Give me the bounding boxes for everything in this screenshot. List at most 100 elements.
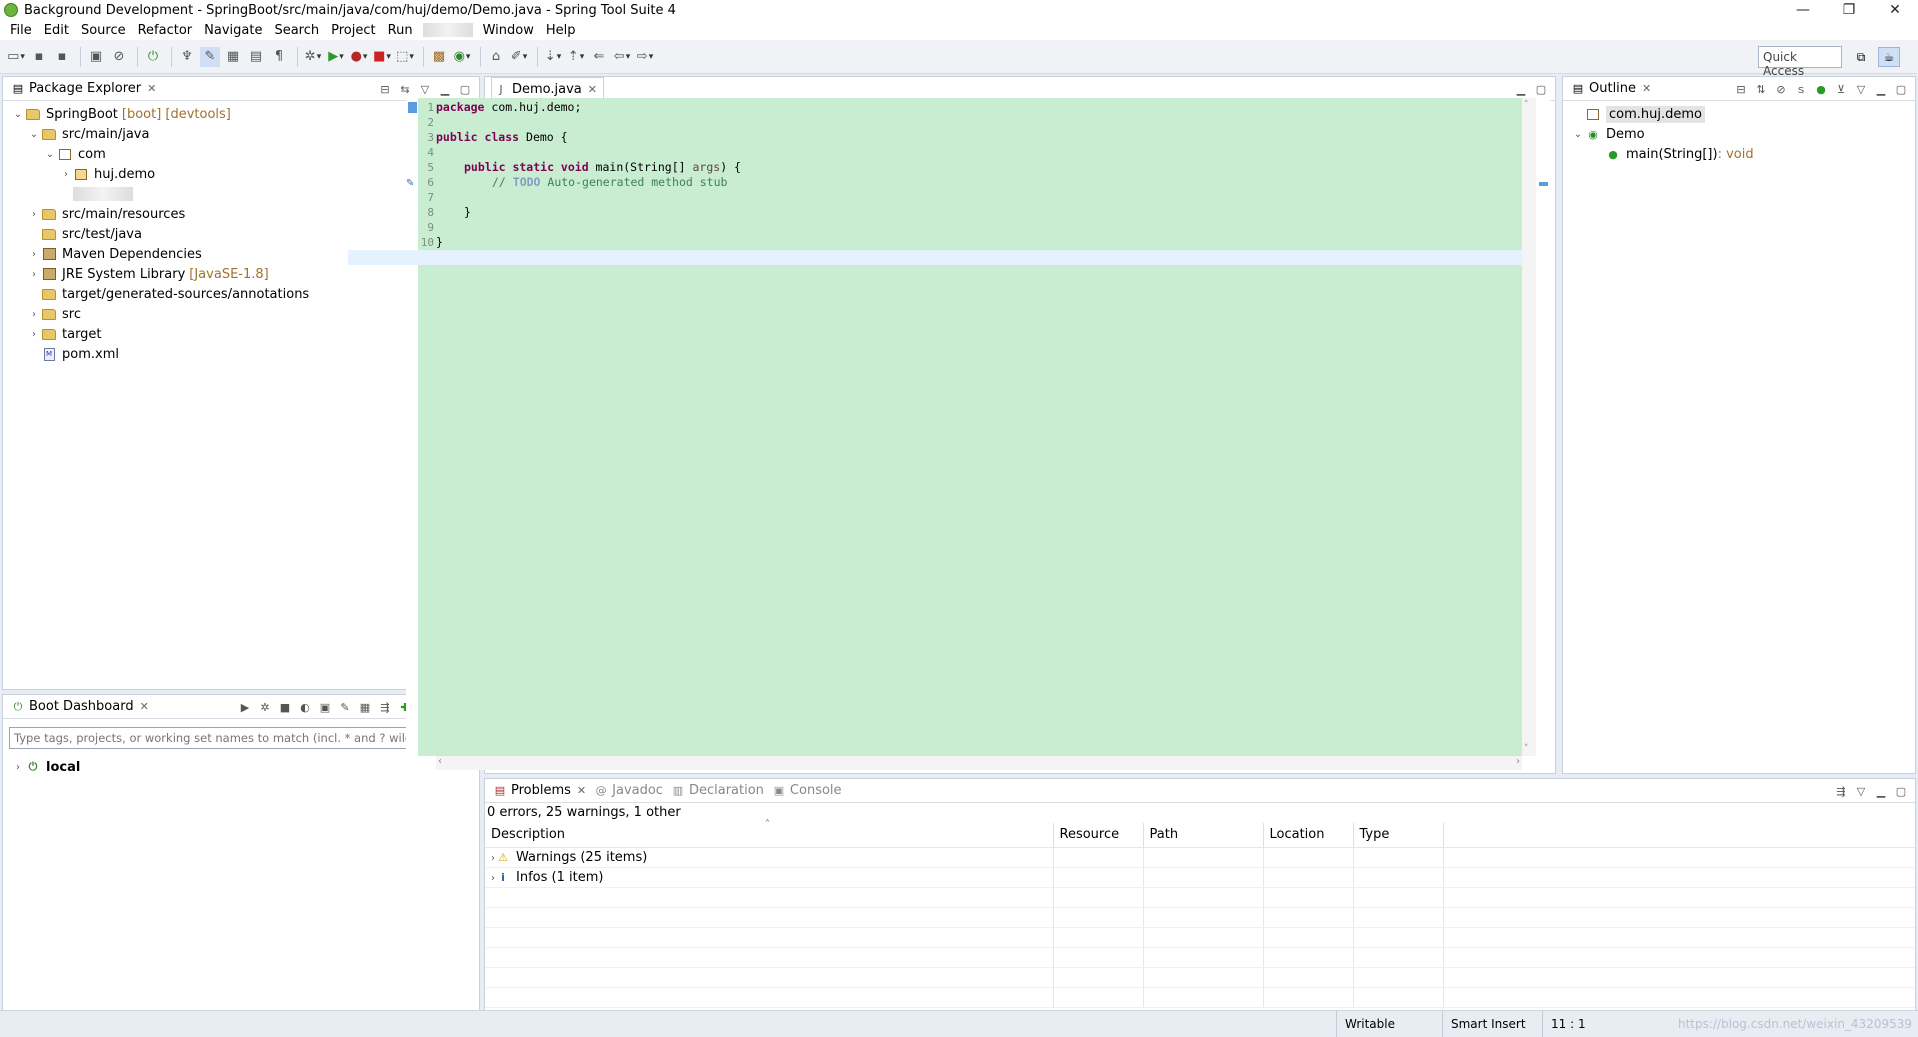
next-annotation-icon[interactable]: ⇣ [543,47,563,67]
close-icon[interactable]: ✕ [147,82,156,95]
toggle-breadcrumb-icon[interactable]: ♆ [177,47,197,67]
menu-project[interactable]: Project [325,23,381,38]
boot-dashboard-filter-input[interactable] [9,727,473,749]
maximize-icon[interactable]: ▢ [455,81,475,97]
chevron-right-icon[interactable]: › [27,329,41,340]
tab-declaration[interactable]: ▥ Declaration [669,779,770,803]
tab-demo-java[interactable]: J Demo.java ✕ [491,76,604,101]
chevron-right-icon[interactable]: › [59,169,73,180]
minimize-icon[interactable]: ▁ [1871,783,1891,799]
scroll-right-icon[interactable]: › [1516,756,1520,767]
maximize-icon[interactable]: ▢ [1891,783,1911,799]
link-with-editor-icon[interactable]: ⇆ [395,81,415,97]
server-icon[interactable]: ⬚ [395,47,415,67]
tab-problems[interactable]: ▤ Problems ✕ [491,779,592,803]
column-resource[interactable]: Resource [1053,823,1144,848]
menu-help[interactable]: Help [540,23,582,38]
debug-start-icon[interactable]: ✲ [255,699,275,715]
maximize-icon[interactable]: ▢ [1531,81,1551,97]
chevron-right-icon[interactable]: › [27,249,41,260]
scroll-down-icon[interactable]: ˅ [1524,744,1529,754]
chevron-right-icon[interactable]: › [27,209,41,220]
new-icon[interactable]: ▭ [6,47,26,67]
view-menu-icon[interactable]: ▽ [415,81,435,97]
open-console-icon[interactable]: ▣ [315,699,335,715]
coverage-icon[interactable]: ● [349,47,369,67]
minimize-icon[interactable]: ▁ [1871,81,1891,97]
mark-occurrences-icon[interactable]: ✎ [200,46,220,67]
hide-static-icon[interactable]: ｓ [1791,81,1811,97]
chevron-down-icon[interactable]: ⌄ [43,149,57,160]
previous-annotation-icon[interactable]: ⇡ [566,47,586,67]
stop-icon[interactable]: ■ [275,699,295,715]
properties-icon[interactable]: ▦ [355,699,375,715]
code-text-area[interactable]: package com.huj.demo; public class Demo … [348,98,1522,756]
tab-javadoc[interactable]: @ Javadoc [592,779,669,803]
menu-edit[interactable]: Edit [38,23,75,38]
column-path[interactable]: Path [1143,823,1264,848]
close-icon[interactable]: ✕ [1642,82,1651,95]
column-location[interactable]: Location [1263,823,1354,848]
skip-breakpoints-icon[interactable]: ⊘ [109,47,129,67]
outline-item-class-demo[interactable]: ⌄ ◉ Demo [1563,124,1915,144]
editor-vertical-scrollbar[interactable]: ˄ ˅ [1522,98,1536,756]
view-menu-icon[interactable]: ▽ [1851,783,1871,799]
maximize-icon[interactable]: ▢ [1891,81,1911,97]
outline-item-method-main[interactable]: ● main(String[]) : void [1563,144,1915,164]
close-button[interactable]: ✕ [1872,0,1918,20]
menu-run[interactable]: Run [382,23,419,38]
view-menu-icon[interactable]: ▽ [1851,81,1871,97]
open-type-icon[interactable]: ⌂ [486,47,506,67]
column-description[interactable]: Description ˄ [485,819,1054,848]
new-java-class-icon[interactable]: ◉ [452,47,472,67]
back-icon[interactable]: ⇦ [612,47,632,67]
tab-outline[interactable]: ▤ Outline ✕ [1569,77,1657,101]
task-overview-marker[interactable] [1539,182,1548,186]
hide-non-public-icon[interactable]: ● [1811,81,1831,97]
java-perspective-icon[interactable]: ☕ [1878,47,1900,67]
scroll-up-icon[interactable]: ˄ [1524,100,1529,110]
start-icon[interactable]: ▶ [235,699,255,715]
minimize-icon[interactable]: ▁ [435,81,455,97]
menu-window[interactable]: Window [477,23,540,38]
overview-ruler[interactable] [1536,98,1550,770]
save-all-icon[interactable]: ▪ [52,47,72,67]
tab-package-explorer[interactable]: ▤ Package Explorer ✕ [9,77,162,101]
close-icon[interactable]: ✕ [588,83,597,96]
collapse-all-icon[interactable]: ⊟ [1731,81,1751,97]
external-tools-icon[interactable]: ■ [372,47,392,67]
quick-access-input[interactable]: Quick Access [1758,46,1842,78]
chevron-right-icon[interactable]: › [27,309,41,320]
chevron-down-icon[interactable]: ⌄ [11,109,25,120]
hide-fields-icon[interactable]: ⊘ [1771,81,1791,97]
menu-search[interactable]: Search [268,23,325,38]
collapse-all-icon[interactable]: ⊟ [375,81,395,97]
minimize-button[interactable]: — [1780,0,1826,20]
open-browser-icon[interactable]: ◐ [295,699,315,715]
sort-icon[interactable]: ⇅ [1751,81,1771,97]
save-icon[interactable]: ▪ [29,47,49,67]
outline-item-package[interactable]: com.huj.demo [1563,104,1915,124]
open-perspective-icon[interactable]: ⧉ [1850,47,1872,67]
forward-icon[interactable]: ⇨ [635,47,655,67]
filter-icon[interactable]: ⇶ [375,699,395,715]
close-icon[interactable]: ✕ [577,784,586,797]
hide-local-types-icon[interactable]: ⊻ [1831,81,1851,97]
show-whitespace-icon[interactable]: ▤ [246,47,266,67]
open-console-icon[interactable]: ▣ [86,47,106,67]
toggle-block-selection-icon[interactable]: ▦ [223,47,243,67]
tab-boot-dashboard[interactable]: ⏻ Boot Dashboard ✕ [9,695,155,719]
editor-horizontal-scrollbar[interactable]: ‹ › [436,756,1522,770]
chevron-right-icon[interactable]: › [11,762,25,773]
run-icon[interactable]: ▶ [326,47,346,67]
menu-source[interactable]: Source [75,23,132,38]
spring-boot-icon[interactable]: ⏻ [143,47,163,67]
search-icon[interactable]: ✐ [509,47,529,67]
tab-console[interactable]: ▣ Console [770,779,848,803]
chevron-down-icon[interactable]: ⌄ [27,129,41,140]
debug-icon[interactable]: ✲ [303,47,323,67]
table-row[interactable]: › ⚠ Warnings (25 items) [485,847,1915,868]
restore-button[interactable]: ❐ [1826,0,1872,20]
menu-refactor[interactable]: Refactor [132,23,199,38]
new-java-package-icon[interactable]: ▩ [429,47,449,67]
